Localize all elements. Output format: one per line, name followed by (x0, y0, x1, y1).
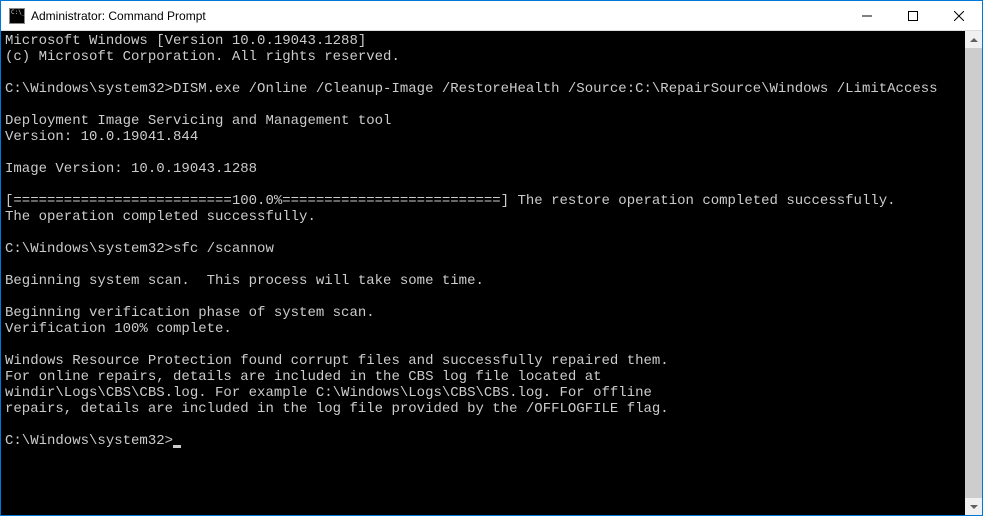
terminal-line (5, 145, 965, 161)
terminal-line: C:\Windows\system32> (5, 433, 965, 449)
terminal-line (5, 177, 965, 193)
close-icon (954, 11, 964, 21)
window-title: Administrator: Command Prompt (31, 9, 844, 23)
terminal-line: [==========================100.0%=======… (5, 193, 965, 209)
scrollbar-track[interactable] (965, 48, 982, 498)
minimize-button[interactable] (844, 1, 890, 30)
cmd-icon (9, 8, 25, 24)
chevron-down-icon (970, 505, 978, 509)
scroll-down-button[interactable] (965, 498, 982, 515)
terminal-area: Microsoft Windows [Version 10.0.19043.12… (1, 31, 982, 515)
terminal-line (5, 65, 965, 81)
terminal-line: For online repairs, details are included… (5, 369, 965, 385)
window-controls (844, 1, 982, 30)
terminal-line (5, 97, 965, 113)
terminal-line (5, 225, 965, 241)
terminal-line (5, 257, 965, 273)
terminal-line: Deployment Image Servicing and Managemen… (5, 113, 965, 129)
terminal-line: Image Version: 10.0.19043.1288 (5, 161, 965, 177)
close-button[interactable] (936, 1, 982, 30)
maximize-icon (908, 11, 918, 21)
terminal-line: Microsoft Windows [Version 10.0.19043.12… (5, 33, 965, 49)
terminal-line: Verification 100% complete. (5, 321, 965, 337)
terminal-line (5, 417, 965, 433)
scrollbar-thumb[interactable] (965, 48, 982, 498)
terminal-line: Version: 10.0.19041.844 (5, 129, 965, 145)
chevron-up-icon (970, 38, 978, 42)
terminal-line: Beginning verification phase of system s… (5, 305, 965, 321)
vertical-scrollbar[interactable] (965, 31, 982, 515)
terminal-line (5, 289, 965, 305)
terminal-line: The operation completed successfully. (5, 209, 965, 225)
terminal-line: Windows Resource Protection found corrup… (5, 353, 965, 369)
terminal-line: Beginning system scan. This process will… (5, 273, 965, 289)
terminal-line: C:\Windows\system32>DISM.exe /Online /Cl… (5, 81, 965, 97)
maximize-button[interactable] (890, 1, 936, 30)
scroll-up-button[interactable] (965, 31, 982, 48)
minimize-icon (862, 11, 872, 21)
titlebar[interactable]: Administrator: Command Prompt (1, 1, 982, 31)
command-prompt-window: Administrator: Command Prompt Microsoft … (0, 0, 983, 516)
terminal-line: windir\Logs\CBS\CBS.log. For example C:\… (5, 385, 965, 401)
terminal-line: C:\Windows\system32>sfc /scannow (5, 241, 965, 257)
terminal-line: repairs, details are included in the log… (5, 401, 965, 417)
terminal-line (5, 337, 965, 353)
terminal-line: (c) Microsoft Corporation. All rights re… (5, 49, 965, 65)
cursor (173, 445, 181, 448)
terminal-output[interactable]: Microsoft Windows [Version 10.0.19043.12… (1, 31, 965, 515)
